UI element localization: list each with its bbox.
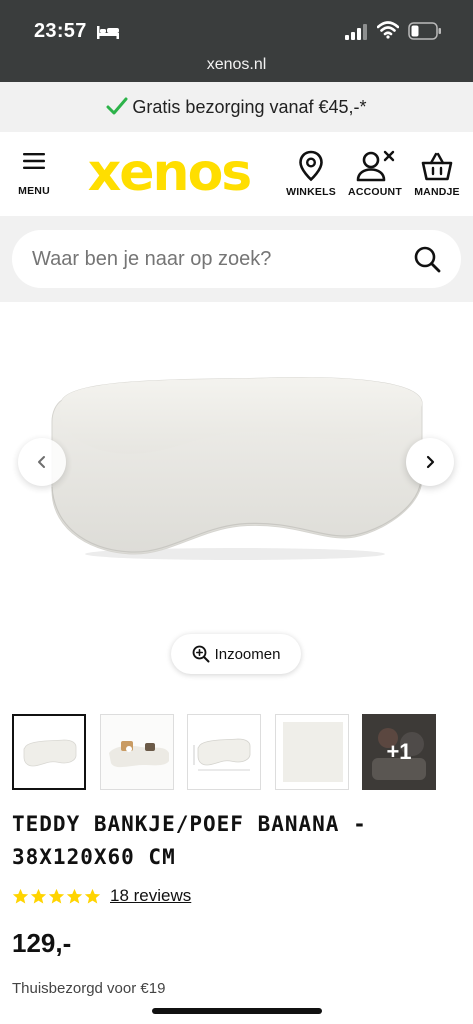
status-bar: 23:57 xenos.nl bbox=[0, 0, 473, 82]
promo-bar: Gratis bezorging vanaf €45,-* bbox=[0, 82, 473, 132]
location-pin-icon bbox=[299, 150, 323, 182]
star-icon bbox=[48, 888, 65, 904]
check-icon bbox=[106, 97, 128, 115]
thumb-fabric-image bbox=[283, 722, 343, 782]
star-icon bbox=[12, 888, 29, 904]
menu-label: MENU bbox=[18, 185, 50, 197]
account-label: ACCOUNT bbox=[348, 186, 402, 198]
thumb-more-count: +1 bbox=[386, 739, 412, 764]
product-gallery: Inzoomen bbox=[0, 302, 473, 702]
thumb-fabric-detail[interactable] bbox=[275, 714, 349, 790]
star-icon bbox=[84, 888, 101, 904]
xenos-logo[interactable]: xenos bbox=[84, 146, 254, 204]
thumb-front-image bbox=[23, 739, 77, 767]
winkels-button[interactable]: WINKELS bbox=[284, 150, 338, 198]
bed-icon bbox=[97, 26, 119, 39]
product-image bbox=[51, 377, 423, 560]
wifi-icon bbox=[377, 21, 399, 39]
mandje-button[interactable]: MANDJE bbox=[412, 150, 462, 198]
status-time: 23:57 bbox=[34, 20, 87, 42]
home-indicator[interactable] bbox=[152, 1008, 322, 1014]
product-price: 129,- bbox=[12, 928, 72, 958]
delivery-info: Thuisbezorgd voor €19 bbox=[12, 980, 166, 997]
zoom-in-icon bbox=[192, 645, 210, 663]
reviews-link[interactable]: 18 reviews bbox=[110, 886, 191, 906]
thumb-more[interactable]: +1 bbox=[362, 714, 436, 790]
logo-text: xenos bbox=[88, 146, 251, 203]
star-icon bbox=[66, 888, 83, 904]
mandje-label: MANDJE bbox=[414, 186, 460, 198]
menu-button[interactable]: MENU bbox=[14, 152, 54, 198]
signal-icon bbox=[345, 24, 367, 40]
basket-icon bbox=[421, 152, 453, 181]
thumbnail-strip: +1 bbox=[12, 714, 461, 790]
promo-text: Gratis bezorging vanaf €45,-* bbox=[132, 96, 367, 117]
thumb-dimensions-view[interactable] bbox=[187, 714, 261, 790]
search-bar bbox=[0, 216, 473, 302]
chevron-left-icon bbox=[38, 456, 45, 468]
search-input[interactable] bbox=[32, 230, 392, 288]
thumb-styled-view[interactable] bbox=[100, 714, 174, 790]
product-title: TEDDY BANKJE/POEF BANANA - 38X120X60 CM bbox=[12, 812, 367, 869]
site-header: MENU xenos WINKELS ACCOUNT MANDJE bbox=[0, 132, 473, 216]
search-icon[interactable] bbox=[413, 245, 441, 273]
star-icon bbox=[30, 888, 47, 904]
star-rating bbox=[12, 888, 102, 905]
thumb-front-view[interactable] bbox=[12, 714, 86, 790]
previous-image-button[interactable] bbox=[18, 438, 66, 486]
account-button[interactable]: ACCOUNT bbox=[346, 150, 404, 198]
account-icon bbox=[356, 150, 395, 182]
battery-icon bbox=[408, 22, 441, 40]
winkels-label: WINKELS bbox=[286, 186, 336, 198]
next-image-button[interactable] bbox=[406, 438, 454, 486]
product-rating[interactable]: 18 reviews bbox=[12, 884, 191, 908]
hamburger-icon bbox=[23, 153, 45, 169]
search-box[interactable] bbox=[12, 230, 461, 288]
zoom-label: Inzoomen bbox=[214, 645, 281, 663]
thumb-styled-image bbox=[101, 715, 173, 789]
thumb-dimensions-image bbox=[193, 738, 251, 771]
zoom-button[interactable]: Inzoomen bbox=[171, 634, 301, 674]
url-text[interactable]: xenos.nl bbox=[0, 56, 473, 74]
chevron-right-icon bbox=[426, 455, 435, 469]
